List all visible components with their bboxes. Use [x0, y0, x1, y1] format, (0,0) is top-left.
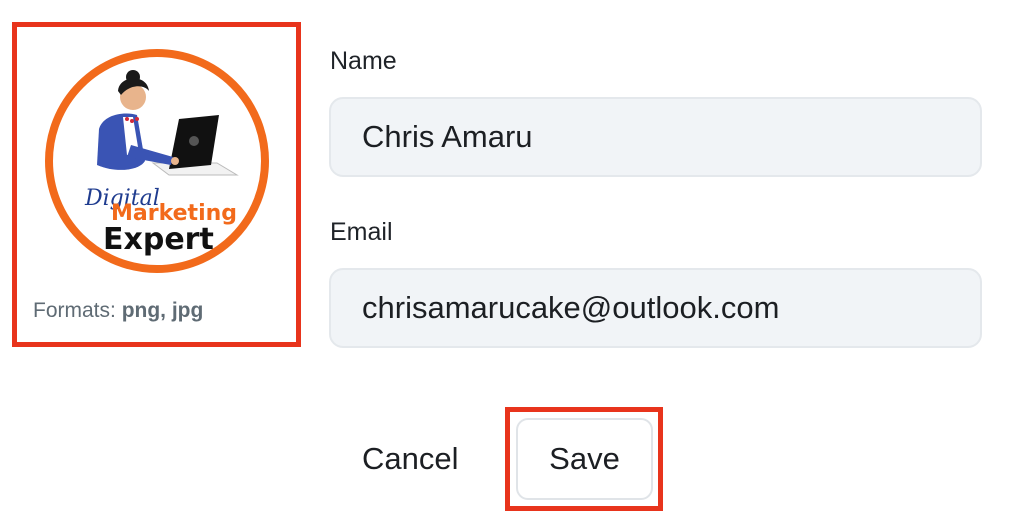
formats-value: png, jpg: [121, 299, 204, 322]
name-input[interactable]: [329, 97, 982, 177]
save-button[interactable]: Save: [516, 418, 653, 500]
email-label: Email: [330, 218, 393, 246]
avatar-image: Digital Marketing Expert: [45, 49, 269, 273]
formats-hint: Formats: png, jpg: [33, 299, 203, 323]
profile-editor: Digital Marketing Expert Formats: png, j…: [0, 0, 1032, 530]
email-input[interactable]: [329, 268, 982, 348]
name-label: Name: [330, 47, 397, 75]
formats-label: Formats:: [33, 299, 116, 322]
logo-text-expert: Expert: [103, 222, 214, 257]
cancel-button[interactable]: Cancel: [342, 420, 479, 498]
avatar-upload[interactable]: Digital Marketing Expert Formats: png, j…: [12, 22, 301, 347]
